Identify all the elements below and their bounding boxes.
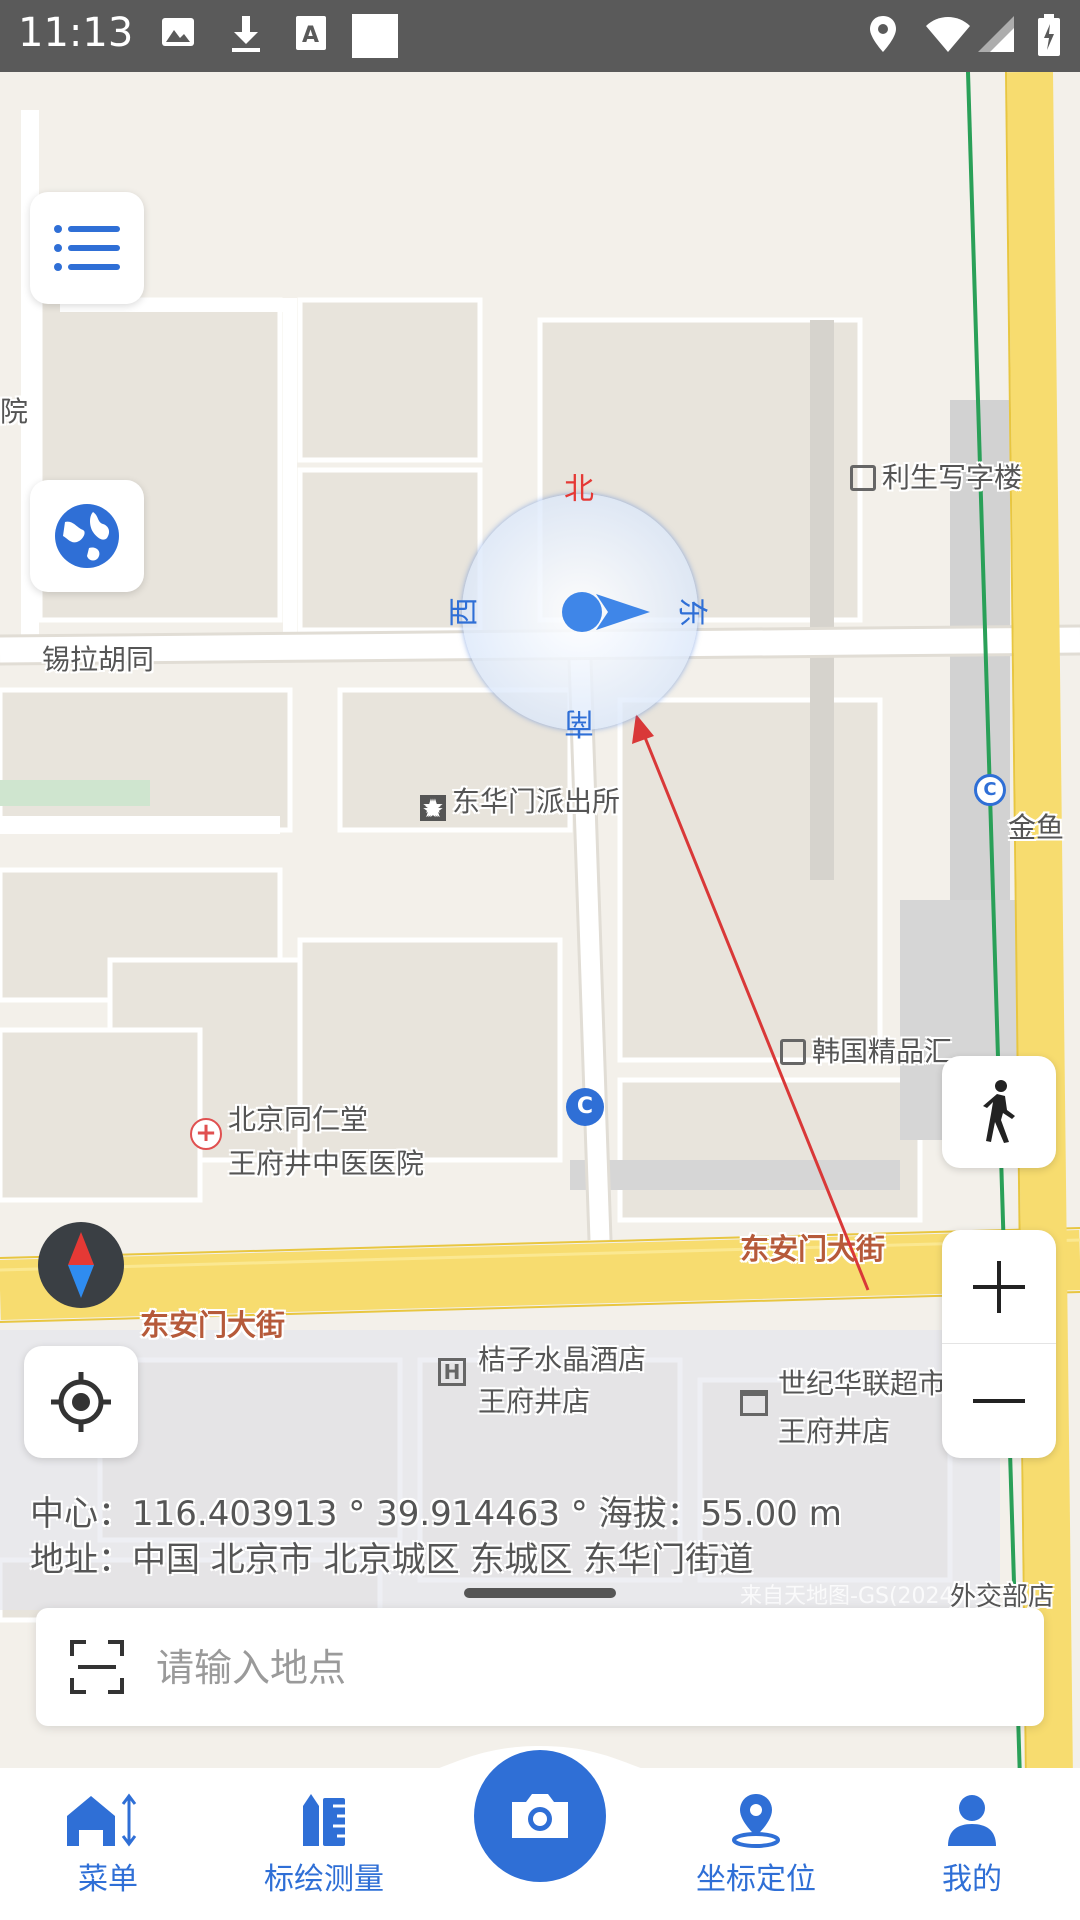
scan-icon[interactable] [70, 1640, 124, 1694]
walking-person-icon [983, 1080, 1015, 1143]
square-icon [352, 14, 398, 58]
map-label-poi: 王府井店 [478, 1385, 591, 1418]
nav-item-mine[interactable]: 我的 [892, 1792, 1052, 1898]
nav-item-menu[interactable]: 菜单 [28, 1792, 188, 1898]
layer-list-button[interactable] [30, 192, 144, 304]
zoom-controls [942, 1230, 1056, 1458]
map-label-street: 锡拉胡同 [42, 643, 155, 676]
svg-text:A: A [302, 23, 319, 48]
compass-south-label: 南 [564, 705, 594, 740]
home-icon [67, 1793, 137, 1847]
map-label-poi: 世纪华联超市 [778, 1367, 947, 1400]
police-icon: ★ [420, 795, 446, 821]
map-label-poi: 院 [0, 395, 29, 428]
hospital-icon: + [190, 1118, 222, 1150]
status-time: 11:13 [18, 10, 134, 56]
search-input[interactable] [156, 1638, 996, 1698]
nav-label: 标绘测量 [264, 1862, 384, 1897]
shop-icon [780, 1039, 806, 1065]
map-attribution: 来自天地图-GS(2024) [740, 1584, 963, 1609]
compass-east-label: 东 [674, 597, 709, 627]
location-icon [870, 16, 896, 52]
building-icon [850, 465, 876, 491]
locate-me-button[interactable] [24, 1346, 138, 1458]
compass-north-label: 北 [564, 472, 594, 507]
compass-button[interactable] [38, 1222, 124, 1308]
camera-button[interactable] [474, 1750, 606, 1882]
status-bar: 11:13 A [0, 0, 1080, 72]
current-address: 地址：中国 北京市 北京城区 东城区 东华门街道 [30, 1540, 754, 1580]
metro-icon: C [974, 774, 1006, 806]
compass-west-label: 西 [447, 597, 482, 627]
hotel-icon: H [438, 1358, 466, 1386]
battery-icon [1038, 14, 1060, 56]
map-label-poi: 韩国精品汇 [780, 1030, 952, 1070]
nav-item-plot-measure[interactable]: 标绘测量 [244, 1792, 404, 1898]
minus-icon [973, 1399, 1025, 1403]
globe-icon [55, 504, 119, 568]
location-compass: 北 南 东 西 [447, 472, 709, 740]
sheet-drag-handle[interactable] [464, 1588, 616, 1598]
map-label-poi: 王府井店 [778, 1415, 891, 1448]
nav-item-coordinate-locate[interactable]: 坐标定位 [676, 1792, 836, 1898]
map-label-poi: 利生写字楼 [850, 456, 1022, 496]
crosshair-icon [51, 1372, 111, 1432]
camera-icon [512, 1794, 568, 1838]
zoom-in-button[interactable] [942, 1230, 1056, 1344]
user-icon [948, 1795, 996, 1846]
compass-needle-icon [68, 1232, 94, 1298]
map-type-button[interactable] [30, 480, 144, 592]
plus-icon [973, 1260, 1025, 1313]
a-icon: A [296, 16, 326, 50]
map-label-poi: 金鱼 [1008, 811, 1065, 844]
nav-label: 菜单 [78, 1862, 138, 1897]
list-icon [54, 225, 120, 271]
search-bar [36, 1608, 1044, 1726]
location-pin-icon [732, 1794, 780, 1848]
metro-icon: C [566, 1088, 604, 1126]
nav-label: 坐标定位 [696, 1862, 816, 1897]
wifi-icon [926, 17, 970, 52]
map-label-poi: ★ 东华门派出所 [420, 780, 620, 821]
signal-icon [978, 16, 1014, 52]
center-coordinates: 中心：116.403913 ° 39.914463 ° 海拔：55.00 m [30, 1494, 842, 1534]
image-icon [162, 18, 194, 46]
map-label-poi: 桔子水晶酒店 [478, 1343, 647, 1376]
cart-icon [740, 1390, 768, 1416]
map-label-road: 东安门大街 [740, 1232, 886, 1266]
walk-mode-button[interactable] [942, 1056, 1056, 1168]
nav-label: 我的 [942, 1862, 1002, 1897]
download-icon [232, 16, 260, 52]
map-label-poi: 北京同仁堂 [228, 1103, 369, 1136]
zoom-out-button[interactable] [942, 1344, 1056, 1458]
ruler-icon [303, 1794, 345, 1846]
map-label-road: 东安门大街 [140, 1308, 286, 1342]
heading-arrow-icon [596, 594, 650, 630]
map-label-poi: 王府井中医医院 [228, 1147, 425, 1180]
